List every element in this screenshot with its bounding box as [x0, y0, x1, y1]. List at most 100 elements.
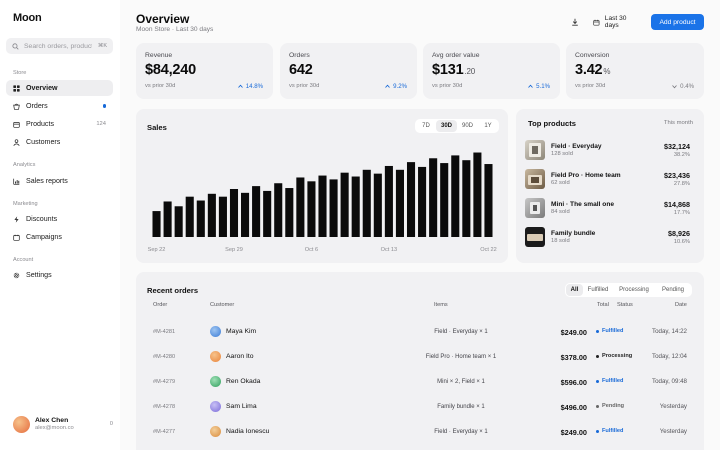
sidebar-item-customers[interactable]: Customers [6, 134, 113, 150]
product-item[interactable]: Field Pro · Home team 62 sold $23,436 27.8… [525, 168, 690, 190]
order-items: Field Pro · Home team × 1 [425, 354, 497, 360]
product-item[interactable]: Field · Everyday 128 sold $32,124 38.2% [525, 139, 690, 161]
chart-bar [406, 162, 416, 237]
user-email: alex@moon.co [35, 425, 74, 431]
chart-bar [329, 179, 338, 237]
sidebar-item-label: Campaigns [26, 233, 62, 241]
home-icon [13, 84, 20, 92]
table-row[interactable]: #M-4277 Nadia Ionescu Field · Everyday ×… [136, 420, 687, 445]
customer-name: Maya Kim [226, 328, 257, 335]
customer-avatar [210, 401, 221, 412]
status-badge: Processing [596, 353, 632, 359]
customer-avatar [210, 426, 221, 437]
kpi-value: 3.42% [575, 62, 611, 78]
kpi-card-orders[interactable]: Orders 642 vs prior 30d 9.2% [280, 43, 417, 99]
customer-name: Sam Lima [226, 403, 257, 410]
top-products-card: Top products This month Field · Everyday… [516, 109, 704, 263]
chart-icon [13, 178, 20, 185]
date-range-button[interactable]: Last 30 days [587, 14, 647, 30]
chart-bar [307, 181, 316, 237]
chart-bar [373, 173, 382, 237]
product-sold: 62 sold [551, 180, 570, 186]
notification-dot [102, 104, 106, 108]
search-shortcut: ⌘K [97, 43, 107, 49]
order-items: Field · Everyday × 1 [434, 429, 488, 435]
product-thumbnail [525, 227, 545, 247]
sidebar-item-overview[interactable]: Overview [6, 80, 113, 96]
filter-processing[interactable]: Processing [613, 284, 655, 296]
sidebar-item-label: Customers [26, 138, 61, 146]
main-content: Overview Moon Store · Last 30 days Last … [120, 0, 720, 450]
sidebar: Moon ⌘K Store Overview Orders Products 1… [0, 0, 120, 450]
products-count: 124 [96, 121, 106, 127]
order-date: Yesterday [659, 428, 687, 435]
x-tick-label: Oct 22 [480, 247, 496, 253]
product-item[interactable]: Family bundle 18 sold $8,926 10.6% [525, 226, 690, 248]
user-profile[interactable]: Alex Chen alex@moon.co 0 [13, 414, 113, 434]
app-root: Moon ⌘K Store Overview Orders Products 1… [0, 0, 720, 450]
kpi-card-conversion[interactable]: Conversion 3.42% vs prior 30d 0.4% [566, 43, 704, 99]
chart-bar [263, 190, 272, 237]
sidebar-item-discounts[interactable]: Discounts [6, 211, 113, 227]
chart-bar [218, 196, 227, 237]
sidebar-item-settings[interactable]: Settings [6, 267, 113, 283]
search-box[interactable]: ⌘K [6, 38, 113, 54]
campaign-icon [13, 234, 20, 241]
x-tick-label: Oct 13 [381, 247, 397, 253]
product-sold: 18 sold [551, 238, 570, 244]
column-customer: Customer [210, 302, 235, 308]
product-item[interactable]: Mini · The small one 84 sold $14,868 17.7% [525, 197, 690, 219]
kpi-card-aov[interactable]: Avg order value $131.20 vs prior 30d 5.1… [423, 43, 560, 99]
sidebar-item-products[interactable]: Products 124 [6, 116, 113, 132]
table-row[interactable]: #M-4279 Ren Okada Mini × 2, Field × 1 $5… [136, 370, 687, 395]
x-tick-label: Sep 29 [225, 247, 243, 253]
product-share: 10.6% [673, 239, 690, 245]
customers-icon [13, 138, 20, 146]
order-id: #M-4278 [153, 404, 176, 410]
chart-bar [196, 200, 205, 237]
section-store: Store [13, 70, 27, 76]
sidebar-item-campaigns[interactable]: Campaigns [6, 229, 113, 245]
customer-name: Nadia Ionescu [226, 428, 270, 435]
order-date: Today, 14:22 [652, 328, 687, 335]
chart-bar [484, 164, 493, 237]
page-title: Overview [136, 12, 190, 26]
add-product-button[interactable]: Add product [651, 14, 704, 30]
kpi-card-revenue[interactable]: Revenue $84,240 vs prior 30d 14.8% [136, 43, 273, 99]
column-order: Order [153, 302, 168, 308]
chart-bar [473, 152, 482, 237]
kpi-label: Avg order value [432, 52, 480, 59]
order-total: $249.00 [560, 328, 587, 337]
orders-filter: All Fulfilled Processing Pending [565, 283, 692, 297]
table-row[interactable]: #M-4280 Aaron Ito Field Pro · Home team … [136, 345, 687, 370]
column-items: Items [434, 302, 448, 308]
product-name: Family bundle [551, 230, 596, 237]
table-row[interactable]: #M-4281 Maya Kim Field · Everyday × 1 $2… [136, 320, 687, 345]
filter-all[interactable]: All [566, 284, 583, 296]
order-items: Mini × 2, Field × 1 [437, 379, 485, 385]
customer-name: Ren Okada [226, 378, 261, 385]
product-name: Field · Everyday [551, 143, 602, 150]
customer-avatar [210, 326, 221, 337]
sidebar-item-label: Settings [26, 271, 52, 279]
sidebar-item-orders[interactable]: Orders [6, 98, 113, 114]
sidebar-item-label: Products [26, 120, 54, 128]
chart-bar [163, 201, 172, 237]
table-row[interactable]: #M-4278 Sam Lima Family bundle × 1 $496.… [136, 395, 687, 420]
orders-icon [13, 103, 20, 110]
kpi-change: 0.4% [672, 83, 694, 90]
sidebar-item-sales-reports[interactable]: Sales reports [6, 173, 113, 189]
search-input[interactable] [24, 42, 92, 50]
download-button[interactable] [567, 14, 582, 30]
product-thumbnail [525, 140, 545, 160]
section-analytics: Analytics [13, 162, 36, 168]
filter-fulfilled[interactable]: Fulfilled [583, 284, 613, 296]
app-logo: Moon [13, 12, 42, 24]
search-icon [12, 42, 19, 50]
filter-pending[interactable]: Pending [655, 284, 691, 296]
chart-bar [362, 169, 371, 237]
recent-orders-card: Recent orders All Fulfilled Processing P… [136, 272, 704, 450]
order-date: Yesterday [659, 403, 687, 410]
chart-bar [274, 183, 283, 237]
x-tick-label: Sep 22 [148, 247, 166, 253]
